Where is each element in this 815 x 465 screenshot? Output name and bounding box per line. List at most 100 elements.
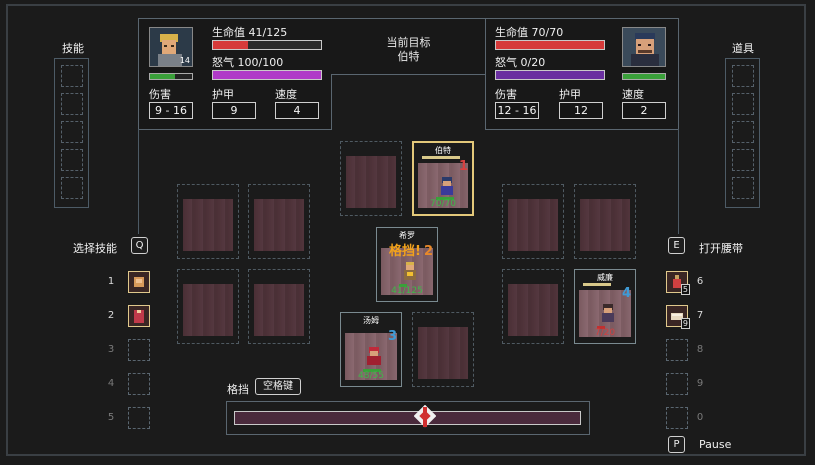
player-mini-bar [149,73,193,80]
block-shield-marker [414,405,436,428]
left-connector [138,129,139,234]
item-slot[interactable] [732,177,754,199]
skills-slot-column [54,58,89,208]
unit-action-bar [583,283,611,286]
grid-cell-empty[interactable] [248,269,310,344]
belt-count-7: 9 [680,318,690,329]
item-slot[interactable] [732,149,754,171]
open-belt-key-e[interactable]: E [668,237,685,254]
items-slot-column [725,58,760,208]
skill-slot[interactable] [61,177,83,199]
skill-slot[interactable] [61,93,83,115]
unit-hp: 70/70 [430,199,456,209]
skill-slot[interactable] [61,121,83,143]
skill-hotkey-5: 5 [107,412,115,423]
belt-slot-6[interactable]: 5 [666,271,690,295]
target-armor-value: 12 [559,102,603,119]
unit-tom[interactable]: 汤姆 3 48/55 [340,312,402,387]
right-connector [678,129,679,234]
warrior-portrait: 14 [149,27,193,67]
player-speed-value: 4 [275,102,319,119]
unit-initiative: 2 [423,244,433,259]
grid-cell-empty[interactable] [340,141,402,216]
player-damage-label: 伤害 [149,88,171,101]
player-speed-label: 速度 [275,88,297,101]
target-speed-value: 2 [622,102,666,119]
target-panel: 生命值 70/70 怒气 0/20 伤害 护甲 速度 12 - 16 12 2 [485,18,679,130]
skill-hotkey-2: 2 [107,310,115,321]
block-timing-bar[interactable] [234,411,581,425]
belt-hotkey-9: 9 [696,378,704,389]
grid-cell-empty[interactable] [177,184,239,259]
player-hp-bar [212,40,322,50]
pause-key-p[interactable]: P [668,436,685,453]
pause-label: Pause [699,438,732,451]
unit-action-bar [422,156,460,159]
hero-sprite-icon [404,262,416,280]
grid-cell-empty[interactable] [502,269,564,344]
skill-slot[interactable] [61,65,83,87]
target-rage-label: 怒气 0/20 [495,56,546,69]
player-armor-label: 护甲 [212,88,234,101]
item-slot[interactable] [732,121,754,143]
player-rage-fill [213,71,321,79]
player-rage-label: 怒气 100/100 [212,56,284,69]
target-hp-bar [495,40,605,50]
skill-slot-5[interactable] [128,407,150,429]
skill-slot[interactable] [61,149,83,171]
open-belt-label: 打开腰带 [699,242,743,255]
target-hp-label: 生命值 70/70 [495,26,564,39]
skill-fist-icon [134,277,144,287]
belt-count-6: 5 [680,284,690,295]
items-title: 道具 [732,42,754,55]
skill-hotkey-4: 4 [107,378,115,389]
grid-cell-empty[interactable] [412,312,474,387]
unit-name: 汤姆 [363,316,379,325]
item-slot[interactable] [732,93,754,115]
target-armor-label: 护甲 [559,88,581,101]
skill-hotkey-1: 1 [107,276,115,287]
player-hp-label: 生命值 41/125 [212,26,288,39]
player-rage-bar [212,70,322,80]
belt-hotkey-6: 6 [696,276,704,287]
player-damage-value: 9 - 16 [149,102,193,119]
skill-slot-3[interactable] [128,339,150,361]
unit-willie[interactable]: 威廉 4 7/20 [574,269,636,344]
block-float-text: 格挡! [389,244,421,259]
unit-name: 威廉 [597,273,613,282]
current-target-name: 伯特 [397,50,420,63]
unit-name: 伯特 [435,146,451,155]
select-skill-label: 选择技能 [73,242,117,255]
ally-sprite-icon [367,347,381,365]
player-armor-value: 9 [212,102,256,119]
grid-cell-empty[interactable] [502,184,564,259]
unit-hiro[interactable]: 希罗 格挡! 2 41/125 [376,227,438,302]
belt-slot-0[interactable] [666,407,688,429]
skill-slot-2[interactable] [128,305,150,327]
belt-hotkey-8: 8 [696,344,704,355]
unit-initiative: 1 [458,159,468,174]
skill-cape-icon [134,310,144,323]
select-skill-key-q[interactable]: Q [131,237,148,254]
skill-slot-4[interactable] [128,373,150,395]
player-hp-fill [213,41,249,49]
belt-slot-9[interactable] [666,373,688,395]
belt-hotkey-7: 7 [696,310,704,321]
target-damage-value: 12 - 16 [495,102,539,119]
target-speed-label: 速度 [622,88,644,101]
belt-slot-8[interactable] [666,339,688,361]
player-level: 14 [179,56,190,65]
item-slot[interactable] [732,65,754,87]
grid-cell-empty[interactable] [248,184,310,259]
belt-slot-7[interactable]: 9 [666,305,690,329]
target-rage-bar [495,70,605,80]
grid-cell-empty[interactable] [574,184,636,259]
skill-slot-1[interactable] [128,271,150,293]
block-label: 格挡 [227,383,249,396]
current-target-panel: 当前目标 伯特 [331,18,486,75]
block-key-space[interactable]: 空格键 [255,378,301,395]
grid-cell-empty[interactable] [177,269,239,344]
skills-title: 技能 [62,42,84,55]
unit-initiative: 4 [621,286,631,301]
unit-bert[interactable]: 伯特 1 70/70 [412,141,474,216]
